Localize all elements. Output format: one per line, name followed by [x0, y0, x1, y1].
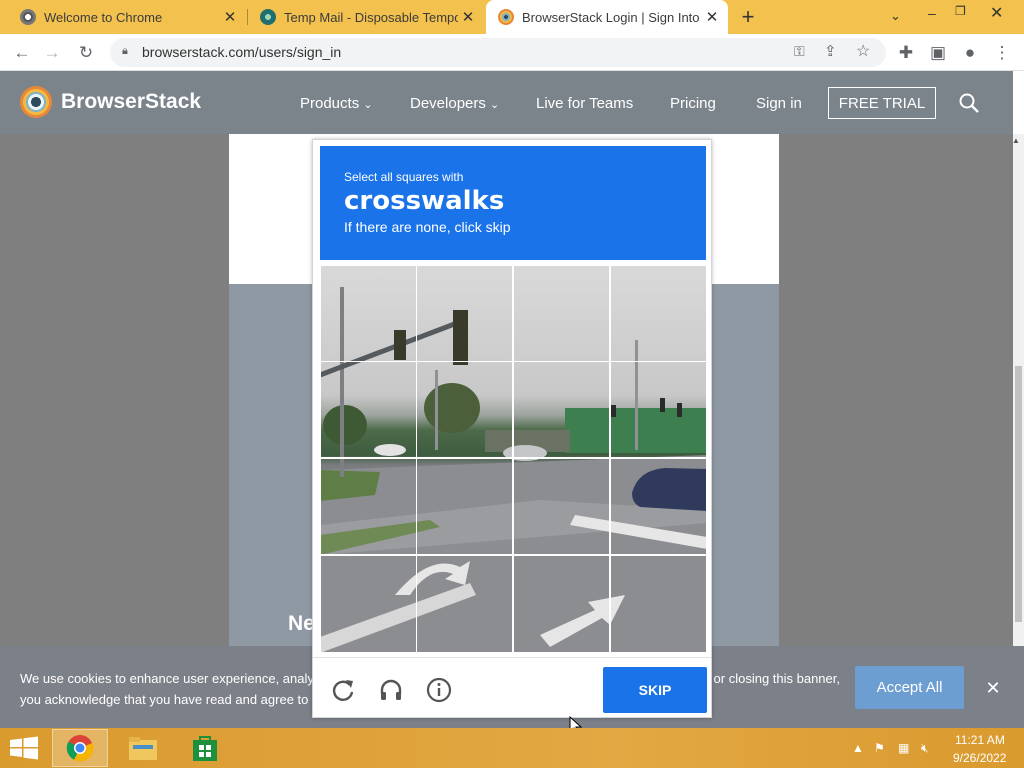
menu-kebab-icon[interactable]: ⋮ — [988, 34, 1016, 71]
nav-pricing[interactable]: Pricing — [670, 95, 716, 112]
free-trial-button[interactable]: FREE TRIAL — [828, 87, 936, 119]
browserstack-favicon-icon — [498, 9, 514, 25]
captcha-tile[interactable] — [320, 458, 417, 555]
windows-start-icon[interactable] — [8, 736, 40, 760]
nav-live-for-teams[interactable]: Live for Teams — [536, 95, 633, 112]
reload-icon[interactable] — [329, 676, 357, 704]
captcha-tile[interactable] — [610, 361, 707, 458]
captcha-tile[interactable] — [610, 458, 707, 555]
captcha-tile[interactable] — [513, 265, 610, 362]
captcha-tile[interactable] — [320, 361, 417, 458]
taskbar-chrome-button[interactable] — [52, 729, 108, 767]
tab-title: Temp Mail - Disposable Tempora — [284, 9, 458, 25]
minimize-icon[interactable]: – — [928, 5, 936, 21]
background-heading-fragment: Ne — [288, 612, 315, 635]
chrome-favicon-icon — [20, 9, 36, 25]
lock-icon: 🔒︎ — [122, 45, 128, 57]
new-tab-button[interactable]: + — [737, 5, 759, 29]
chevron-down-icon: ⌄ — [490, 99, 500, 111]
nav-sign-in[interactable]: Sign in — [756, 95, 802, 112]
chrome-icon — [66, 735, 94, 762]
clock-date[interactable]: 9/26/2022 — [953, 751, 1006, 765]
tab-title: BrowserStack Login | Sign Into Th — [522, 9, 702, 25]
taskbar-file-explorer-button[interactable] — [115, 729, 171, 767]
captcha-tile[interactable] — [610, 265, 707, 362]
browserstack-logo-icon[interactable] — [20, 86, 52, 118]
captcha-instruction-hint: If there are none, click skip — [344, 219, 511, 235]
tab-temp-mail[interactable]: Temp Mail - Disposable Tempora ✕ — [248, 0, 484, 34]
tab-browserstack-login[interactable]: BrowserStack Login | Sign Into Th ✕ — [486, 0, 728, 34]
forward-icon[interactable]: → — [38, 34, 66, 71]
captcha-footer-divider — [313, 657, 711, 658]
scrollbar-thumb[interactable] — [1015, 366, 1022, 622]
captcha-tile[interactable] — [416, 555, 513, 653]
close-tab-icon[interactable]: ✕ — [458, 8, 478, 26]
folder-icon — [129, 737, 157, 760]
close-tab-icon[interactable]: ✕ — [702, 8, 722, 26]
close-tab-icon[interactable]: ✕ — [220, 8, 240, 26]
captcha-tile[interactable] — [416, 361, 513, 458]
nav-label: Developers — [410, 95, 486, 112]
taskbar-store-button[interactable] — [177, 729, 233, 767]
scroll-up-arrow-icon[interactable]: ▲ — [1012, 136, 1020, 145]
reload-icon[interactable]: ↻ — [72, 34, 100, 71]
side-panel-icon[interactable]: ▣ — [924, 34, 952, 71]
captcha-tile[interactable] — [610, 555, 707, 653]
volume-muted-icon[interactable]: 🔇︎ — [921, 741, 929, 756]
chevron-down-icon: ⌄ — [363, 99, 373, 111]
show-hidden-icons-icon[interactable]: ▲ — [852, 741, 864, 755]
nav-label: Products — [300, 95, 360, 112]
tab-title: Welcome to Chrome — [44, 9, 163, 25]
accept-all-button[interactable]: Accept All — [855, 666, 964, 709]
network-icon[interactable]: ▦ — [898, 741, 909, 755]
captcha-tile[interactable] — [513, 555, 610, 653]
captcha-target-word: crosswalks — [344, 186, 505, 216]
close-banner-icon[interactable]: ✕ — [983, 677, 1003, 699]
store-icon — [193, 736, 217, 761]
nav-developers[interactable]: Developers ⌄ — [410, 95, 499, 112]
captcha-tile[interactable] — [513, 361, 610, 458]
brand-name[interactable]: BrowserStack — [61, 90, 201, 114]
share-icon[interactable]: ⇪ — [824, 42, 837, 60]
nav-products[interactable]: Products ⌄ — [300, 95, 373, 112]
cookie-text-line1-end: or closing this banner, — [713, 671, 840, 686]
info-icon[interactable] — [425, 676, 453, 704]
skip-button[interactable]: SKIP — [603, 667, 707, 713]
captcha-tile[interactable] — [513, 458, 610, 555]
temp-mail-favicon-icon — [260, 9, 276, 25]
tab-welcome-chrome[interactable]: Welcome to Chrome ✕ — [8, 0, 246, 34]
captcha-tile[interactable] — [320, 265, 417, 362]
captcha-image-grid — [320, 265, 707, 653]
extensions-icon[interactable]: ✚ — [892, 34, 920, 71]
window-close-icon[interactable]: ✕ — [990, 3, 1003, 23]
captcha-instruction-line: Select all squares with — [344, 170, 464, 184]
captcha-tile[interactable] — [416, 265, 513, 362]
action-center-flag-icon[interactable]: ⚑ — [874, 741, 885, 755]
tab-search-icon[interactable]: ⌄ — [890, 8, 901, 24]
profile-avatar-icon[interactable]: ● — [956, 34, 984, 71]
captcha-tile[interactable] — [416, 458, 513, 555]
clock-time[interactable]: 11:21 AM — [955, 733, 1005, 747]
url-text: browserstack.com/users/sign_in — [142, 44, 342, 60]
bookmark-star-icon[interactable]: ☆ — [856, 41, 870, 61]
cookie-text-line1: We use cookies to enhance user experienc… — [20, 671, 328, 686]
audio-icon[interactable] — [377, 676, 405, 704]
key-icon[interactable]: ⚿ — [794, 43, 805, 60]
back-icon[interactable]: ← — [8, 34, 36, 71]
search-icon[interactable] — [958, 92, 980, 114]
address-bar[interactable]: 🔒︎ browserstack.com/users/sign_in ⚿ ⇪ ☆ — [110, 38, 886, 67]
restore-icon[interactable]: ❐ — [955, 4, 966, 18]
captcha-tile[interactable] — [320, 555, 417, 653]
